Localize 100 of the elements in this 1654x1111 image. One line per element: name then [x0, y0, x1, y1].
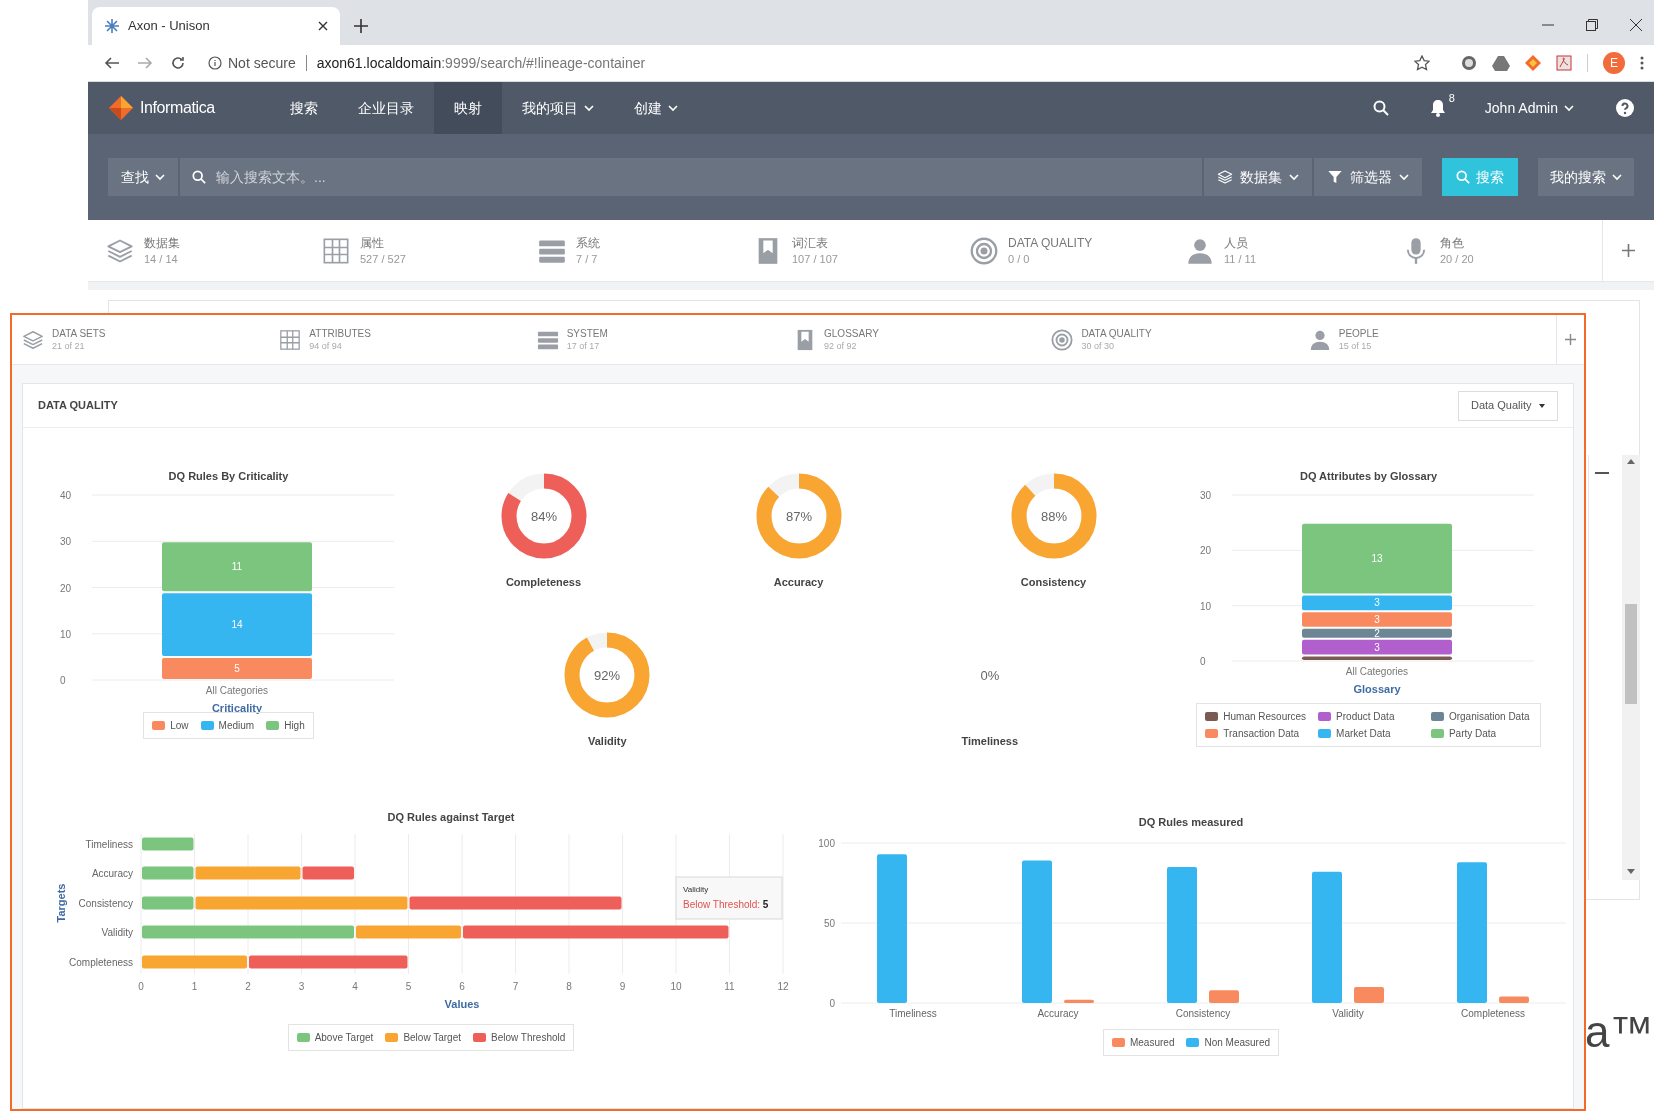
nav-tab[interactable]: 搜索 — [270, 82, 338, 134]
score-label: Accuracy — [773, 575, 824, 590]
axis-title: Values — [444, 998, 480, 1010]
diamond-extension-icon[interactable] — [1525, 55, 1541, 71]
facet-tab[interactable]: GLOSSARY 92 of 92 — [784, 326, 1042, 353]
facet-tab[interactable]: SYSTEM 17 of 17 — [526, 326, 785, 353]
legend-label: Below Target — [403, 1031, 462, 1045]
nav-tab[interactable]: 映射 — [434, 82, 502, 134]
axis-tick-label: 9 — [619, 981, 626, 992]
axis-tick-label: 11 — [724, 981, 735, 992]
score-value: 87% — [785, 509, 812, 524]
score-value: 88% — [1040, 509, 1067, 524]
chart-title: DQ Rules By Criticality — [168, 469, 289, 484]
chevron-down-icon — [1564, 104, 1574, 112]
layers-icon — [22, 328, 44, 351]
facet-count: 14 / 14 — [144, 251, 179, 267]
axis-tick-label: 20 — [1199, 544, 1211, 556]
more-options-icon[interactable] — [1640, 56, 1644, 70]
pdf-extension-icon[interactable] — [1556, 55, 1572, 71]
facet-tab[interactable]: 角色 20 / 20 — [1384, 234, 1600, 267]
filter-dropdown[interactable]: 数据集 — [1204, 158, 1312, 196]
legend-label: Below Threshold — [491, 1031, 566, 1045]
facet-tab[interactable]: 属性 527 / 527 — [304, 234, 520, 267]
security-label: Not secure — [228, 53, 296, 73]
axis-tick-label: 10 — [59, 628, 71, 640]
facet-tab[interactable]: 人员 11 / 11 — [1168, 234, 1384, 267]
score-label: Validity — [588, 733, 627, 749]
axis-tick-label: 10 — [670, 981, 682, 992]
facet-tab[interactable]: DATA QUALITY 0 / 0 — [952, 234, 1168, 267]
facet-label: DATA QUALITY — [1008, 234, 1093, 251]
close-icon[interactable] — [318, 21, 328, 31]
saved-searches-dropdown[interactable]: 我的搜索 — [1538, 158, 1634, 196]
user-menu[interactable]: John Admin — [1484, 97, 1574, 119]
search-field[interactable]: 输入搜索文本。... — [180, 158, 1202, 196]
logo-icon — [108, 95, 134, 121]
view-dropdown[interactable]: Data Quality — [1458, 390, 1558, 421]
bar-value-label: 11 — [231, 560, 242, 572]
category-label: Consistency — [78, 898, 133, 909]
url-text: axon61.localdomain:9999/search/#!lineage-container — [316, 53, 646, 73]
filter-dropdown[interactable]: 筛选器 — [1314, 158, 1422, 196]
bar-value-label: 3 — [1373, 641, 1380, 653]
bar-value-label: 5 — [233, 662, 240, 674]
axis-tick-label: 4 — [352, 981, 358, 992]
back-arrow-icon[interactable] — [104, 55, 120, 71]
axis-tick-label: 30 — [59, 535, 71, 547]
axis-tick-label: 100 — [818, 837, 835, 849]
category-label: Accuracy — [91, 868, 133, 879]
restore-icon[interactable] — [1586, 19, 1598, 31]
facet-label: SYSTEM — [566, 326, 608, 340]
facet-count: 17 of 17 — [566, 339, 601, 353]
close-icon[interactable] — [1630, 19, 1642, 31]
facet-tab[interactable]: ATTRIBUTES 94 of 94 — [269, 326, 527, 353]
facet-tab[interactable]: 系统 7 / 7 — [520, 234, 736, 267]
category-label: Validity — [101, 927, 133, 938]
help-icon[interactable] — [1616, 99, 1634, 117]
facet-tab[interactable]: 词汇表 107 / 107 — [736, 234, 952, 267]
scroll-down-icon[interactable] — [1627, 869, 1635, 874]
new-tab-icon[interactable] — [354, 19, 368, 33]
nav-tab[interactable]: 企业目录 — [338, 82, 434, 134]
axis-tick-label: 6 — [459, 981, 465, 992]
nav-tab[interactable]: 创建 — [614, 82, 698, 134]
star-icon[interactable] — [1414, 55, 1430, 71]
scrollbar-thumb[interactable] — [1625, 604, 1637, 704]
info-icon[interactable] — [208, 56, 222, 70]
tooltip-title: Validity — [683, 885, 709, 894]
profile-avatar[interactable]: E — [1603, 52, 1625, 74]
circle-extension-icon[interactable] — [1461, 55, 1477, 71]
layers-icon — [1217, 169, 1233, 185]
card-title: DATA QUALITY — [38, 398, 118, 414]
add-icon[interactable] — [1622, 244, 1635, 257]
legend-label: Product Data — [1336, 709, 1395, 724]
nav-tab[interactable]: 我的项目 — [502, 82, 614, 134]
facet-count: 7 / 7 — [576, 251, 599, 267]
scrollbar[interactable] — [1622, 455, 1640, 880]
scope-dropdown[interactable]: 查找 — [108, 158, 178, 196]
bar — [1209, 989, 1239, 1003]
axis-tick-label: 0 — [59, 674, 66, 686]
facet-label: ATTRIBUTES — [309, 326, 371, 340]
facet-tab[interactable]: 数据集 14 / 14 — [88, 234, 304, 267]
address-bar[interactable]: Not secure axon61.localdomain:9999/search/#!lineage-container — [200, 48, 1414, 78]
axis-tick-label: 8 — [566, 981, 572, 992]
drive-extension-icon[interactable] — [1492, 55, 1510, 71]
category-label: Consistency — [1175, 1007, 1231, 1019]
axis-tick-label: 50 — [823, 917, 835, 929]
facet-tab[interactable]: DATA QUALITY 30 of 30 — [1041, 326, 1299, 353]
scroll-up-icon[interactable] — [1627, 459, 1635, 464]
logo-fragment: a™ — [1585, 1010, 1654, 1054]
search-icon[interactable] — [1372, 100, 1389, 116]
chevron-down-icon — [1612, 173, 1622, 181]
facet-tab[interactable]: DATA SETS 21 of 21 — [12, 326, 270, 353]
bell-icon[interactable] — [1428, 99, 1447, 117]
legend-label: Transaction Data — [1223, 726, 1300, 741]
reload-icon[interactable] — [170, 55, 186, 71]
bar-value-label: 14 — [230, 618, 243, 630]
chart-title: DQ Attributes by Glossary — [1299, 469, 1438, 484]
facet-tab[interactable]: PEOPLE 15 of 15 — [1298, 326, 1557, 353]
facet-count: 15 of 15 — [1338, 339, 1373, 353]
add-icon[interactable] — [1565, 334, 1577, 345]
browser-tab[interactable]: Axon - Unison — [92, 7, 340, 45]
chart-title: DQ Rules against Target — [387, 811, 515, 823]
